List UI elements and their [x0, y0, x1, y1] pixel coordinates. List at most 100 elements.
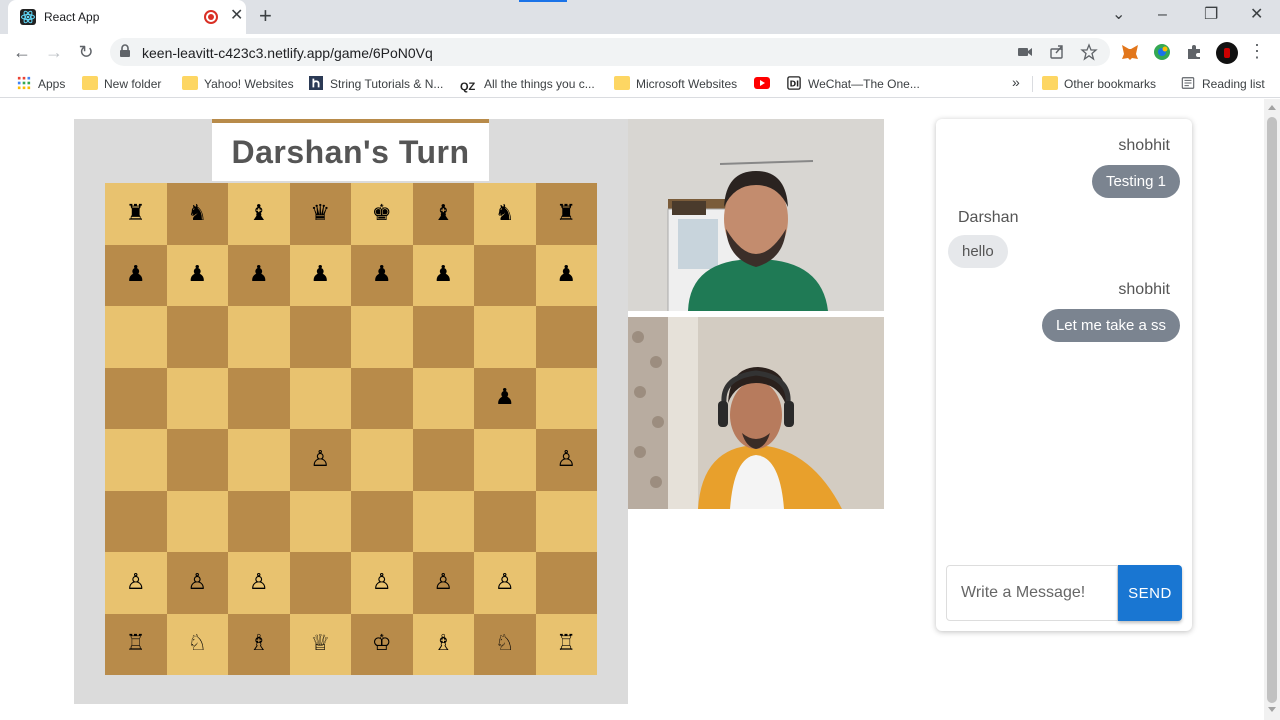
- square-b7[interactable]: ♟: [166, 244, 228, 306]
- square-b4[interactable]: [166, 429, 228, 491]
- square-b3[interactable]: [166, 490, 228, 552]
- forward-icon[interactable]: →: [42, 40, 66, 64]
- square-g1[interactable]: ♘: [474, 613, 536, 675]
- chess-piece[interactable]: ♟: [126, 264, 146, 286]
- chess-piece[interactable]: ♟: [495, 387, 515, 409]
- square-h4[interactable]: ♙: [535, 429, 597, 491]
- square-c5[interactable]: [228, 367, 290, 429]
- square-f7[interactable]: ♟: [412, 244, 474, 306]
- tab-search-icon[interactable]: ⌄: [1112, 6, 1125, 24]
- square-e2[interactable]: ♙: [351, 552, 413, 614]
- address-bar[interactable]: keen-leavitt-c423c3.netlify.app/game/6Po…: [110, 38, 1110, 66]
- square-c4[interactable]: [228, 429, 290, 491]
- chess-piece[interactable]: ♙: [495, 571, 515, 594]
- square-g6[interactable]: [474, 306, 536, 368]
- metamask-extension-icon[interactable]: [1120, 42, 1140, 62]
- square-f8[interactable]: ♝: [412, 183, 474, 245]
- chess-piece[interactable]: ♟: [310, 264, 330, 286]
- share-icon[interactable]: [1048, 43, 1066, 61]
- reload-icon[interactable]: ↻: [74, 40, 98, 64]
- bookmark-apps[interactable]: Apps: [16, 76, 65, 92]
- browser-menu-icon[interactable]: ⋮: [1248, 41, 1266, 61]
- close-window-icon[interactable]: ✕: [1250, 6, 1263, 24]
- square-h5[interactable]: [535, 367, 597, 429]
- square-g7[interactable]: [474, 244, 536, 306]
- chess-piece[interactable]: ♗: [249, 633, 269, 655]
- chess-board[interactable]: ♜ ♞ ♝ ♛ ♚ ♝ ♞ ♜ ♟ ♟ ♟ ♟ ♟ ♟ ♟ ♟ ♙ ♙ ♙ ♙ ♙ ♙ ♙ ♙ ♖ ♘ ♗ ♕ ♔ ♗ ♘ ♖: [105, 183, 597, 675]
- send-button[interactable]: SEND: [1118, 565, 1182, 621]
- square-a8[interactable]: ♜: [105, 183, 167, 245]
- chess-piece[interactable]: ♟: [187, 264, 207, 286]
- chess-piece[interactable]: ♖: [556, 633, 576, 655]
- square-a7[interactable]: ♟: [105, 244, 167, 306]
- square-e4[interactable]: [351, 429, 413, 491]
- square-h1[interactable]: ♖: [535, 613, 597, 675]
- chess-piece[interactable]: ♟: [433, 264, 453, 286]
- chess-piece[interactable]: ♝: [249, 202, 269, 225]
- square-e6[interactable]: [351, 306, 413, 368]
- square-f5[interactable]: [412, 367, 474, 429]
- chess-piece[interactable]: ♙: [310, 448, 330, 471]
- chess-piece[interactable]: ♘: [187, 633, 207, 655]
- minimize-icon[interactable]: –: [1158, 6, 1167, 24]
- square-a5[interactable]: [105, 367, 167, 429]
- bookmark-yahoo-websites[interactable]: Yahoo! Websites: [182, 76, 294, 92]
- square-e1[interactable]: ♔: [351, 613, 413, 675]
- square-e3[interactable]: [351, 490, 413, 552]
- square-h2[interactable]: [535, 552, 597, 614]
- square-g5[interactable]: ♟: [474, 367, 536, 429]
- chess-piece[interactable]: ♔: [372, 633, 392, 655]
- square-b2[interactable]: ♙: [166, 552, 228, 614]
- square-d3[interactable]: [289, 490, 351, 552]
- square-d8[interactable]: ♛: [289, 183, 351, 245]
- scroll-down-icon[interactable]: [1268, 707, 1276, 712]
- chess-piece[interactable]: ♞: [495, 202, 515, 225]
- square-c2[interactable]: ♙: [228, 552, 290, 614]
- chess-piece[interactable]: ♚: [372, 202, 392, 225]
- square-c7[interactable]: ♟: [228, 244, 290, 306]
- back-icon[interactable]: ←: [10, 40, 34, 64]
- chess-piece[interactable]: ♜: [556, 202, 576, 225]
- chess-piece[interactable]: ♟: [372, 264, 392, 286]
- square-c6[interactable]: [228, 306, 290, 368]
- chess-piece[interactable]: ♛: [310, 202, 330, 225]
- square-d1[interactable]: ♕: [289, 613, 351, 675]
- square-g3[interactable]: [474, 490, 536, 552]
- square-d6[interactable]: [289, 306, 351, 368]
- page-scrollbar[interactable]: [1264, 99, 1280, 720]
- chess-piece[interactable]: ♗: [433, 633, 453, 655]
- chess-piece[interactable]: ♝: [433, 202, 453, 225]
- square-g2[interactable]: ♙: [474, 552, 536, 614]
- square-a6[interactable]: [105, 306, 167, 368]
- square-h8[interactable]: ♜: [535, 183, 597, 245]
- restore-icon[interactable]: ❐: [1204, 6, 1218, 24]
- chess-piece[interactable]: ♙: [556, 448, 576, 471]
- square-f1[interactable]: ♗: [412, 613, 474, 675]
- square-a4[interactable]: [105, 429, 167, 491]
- bookmark-qz[interactable]: QZ All the things you c...: [460, 76, 595, 93]
- chess-piece[interactable]: ♟: [556, 264, 576, 286]
- bookmarks-overflow-button[interactable]: »: [1012, 74, 1020, 90]
- scroll-up-icon[interactable]: [1268, 105, 1276, 110]
- square-f4[interactable]: [412, 429, 474, 491]
- chess-piece[interactable]: ♙: [187, 571, 207, 594]
- square-b6[interactable]: [166, 306, 228, 368]
- extensions-puzzle-icon[interactable]: [1184, 42, 1204, 62]
- globe-extension-icon[interactable]: [1152, 42, 1172, 62]
- square-b8[interactable]: ♞: [166, 183, 228, 245]
- chess-piece[interactable]: ♖: [126, 633, 146, 655]
- square-f3[interactable]: [412, 490, 474, 552]
- square-c3[interactable]: [228, 490, 290, 552]
- chess-piece[interactable]: ♙: [126, 571, 146, 594]
- square-d4[interactable]: ♙: [289, 429, 351, 491]
- chess-piece[interactable]: ♜: [126, 202, 146, 225]
- square-c8[interactable]: ♝: [228, 183, 290, 245]
- new-tab-button[interactable]: +: [259, 5, 272, 27]
- square-h6[interactable]: [535, 306, 597, 368]
- square-d7[interactable]: ♟: [289, 244, 351, 306]
- square-a1[interactable]: ♖: [105, 613, 167, 675]
- square-e5[interactable]: [351, 367, 413, 429]
- square-e7[interactable]: ♟: [351, 244, 413, 306]
- square-f2[interactable]: ♙: [412, 552, 474, 614]
- square-a3[interactable]: [105, 490, 167, 552]
